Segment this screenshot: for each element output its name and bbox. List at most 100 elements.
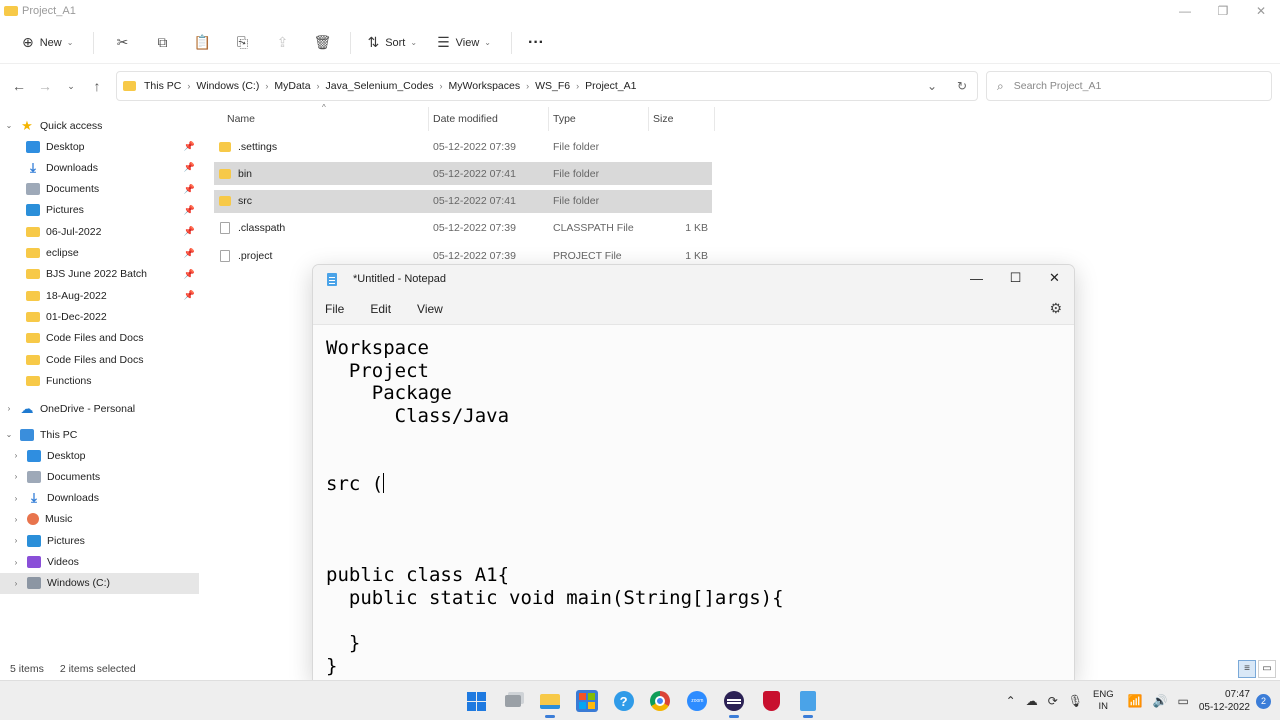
maximize-button[interactable]: ❐ [1204,0,1242,22]
nav-quick-item[interactable]: Code Files and Docs [0,349,199,370]
notepad-text-area[interactable]: Workspace Project Package Class/Java src … [326,337,784,677]
nav-quick-item[interactable]: 06-Jul-2022 📌 [0,221,199,242]
copy-button[interactable]: ⧉ [142,28,182,58]
cut-button[interactable]: ✂ [102,28,142,58]
chevron-right-icon[interactable]: › [11,536,21,545]
battery-icon[interactable]: ▭ [1178,694,1189,708]
more-options-button[interactable]: ··· [520,28,552,58]
column-header-date[interactable]: Date modified [433,107,549,131]
nav-quick-item[interactable]: 18-Aug-2022 📌 [0,285,199,306]
new-button[interactable]: ⊕ New ⌄ [14,28,81,58]
column-header-size[interactable]: Size [653,107,715,131]
chevron-right-icon[interactable]: › [11,515,21,524]
nav-quick-item[interactable]: Documents 📌 [0,179,199,200]
nav-pc-item[interactable]: › Music [0,509,199,530]
pin-icon: 📌 [183,141,195,151]
nav-pc-item[interactable]: › Pictures [0,530,199,551]
nav-quick-item[interactable]: BJS June 2022 Batch 📌 [0,264,199,285]
sort-button[interactable]: ⇅ Sort ⌄ [359,28,425,58]
breadcrumb-item[interactable]: MyWorkspaces [449,80,521,92]
clock[interactable]: 07:47 05-12-2022 [1199,688,1250,714]
start-button[interactable] [462,687,490,715]
nav-quick-item[interactable]: eclipse 📌 [0,243,199,264]
file-row[interactable]: .settings 05-12-2022 07:39 File folder [214,135,712,158]
nav-quick-item[interactable]: Code Files and Docs [0,328,199,349]
zoom-taskbar-button[interactable]: zoom [683,687,711,715]
menu-edit[interactable]: Edit [370,302,391,316]
close-button[interactable]: ✕ [1242,0,1280,22]
column-header-type[interactable]: Type [553,107,649,131]
nav-pc-item[interactable]: › ⤓ Downloads [0,488,199,509]
address-bar[interactable]: This PC › Windows (C:) › MyData › Java_Seleniu… [116,71,978,101]
delete-button[interactable]: 🗑 [302,28,342,58]
file-row[interactable]: .classpath 05-12-2022 07:39 CLASSPATH File… [214,217,712,240]
notepad-minimize-button[interactable]: — [957,265,996,291]
mcafee-taskbar-button[interactable] [757,687,785,715]
chevron-right-icon[interactable]: › [11,579,21,588]
column-header-name[interactable]: Name [227,107,429,131]
settings-gear-icon[interactable]: ⚙ [1049,300,1062,317]
notepad-close-button[interactable]: ✕ [1035,265,1074,291]
details-view-button[interactable]: ≡ [1238,660,1256,678]
nav-pc-item[interactable]: › Videos [0,552,199,573]
chevron-right-icon[interactable]: › [11,494,21,503]
back-button[interactable]: ← [6,73,32,99]
notification-badge[interactable]: 2 [1256,693,1271,709]
breadcrumb-item[interactable]: This PC [144,80,181,92]
text-line: Package [326,382,784,405]
nav-pc-item[interactable]: › Desktop [0,445,199,466]
microphone-icon[interactable]: 🎙 [1068,694,1083,708]
chrome-taskbar-button[interactable] [646,687,674,715]
wifi-icon[interactable]: 📶 [1128,694,1143,708]
show-hidden-icons-button[interactable]: ⌃ [1006,694,1016,708]
chevron-right-icon[interactable]: › [11,472,21,481]
chevron-down-icon[interactable]: ⌄ [4,430,14,439]
nav-onedrive[interactable]: › ☁ OneDrive - Personal [0,398,199,419]
recent-locations-button[interactable]: ⌄ [58,73,84,99]
share-button[interactable]: ⇪ [262,28,302,58]
language-indicator[interactable]: ENG IN [1093,689,1114,713]
breadcrumb-item[interactable]: MyData [274,80,310,92]
up-button[interactable]: ↑ [84,73,110,99]
nav-quick-item[interactable]: ⤓ Downloads 📌 [0,157,199,178]
sync-tray-icon[interactable]: ⟳ [1048,694,1058,708]
file-explorer-taskbar-button[interactable] [536,687,564,718]
breadcrumb-item[interactable]: Project_A1 [585,80,636,92]
chevron-down-icon[interactable]: ⌄ [4,121,14,130]
nav-quick-access[interactable]: ⌄ ★ Quick access [0,115,199,136]
nav-quick-item[interactable]: Pictures 📌 [0,200,199,221]
file-row[interactable]: bin 05-12-2022 07:41 File folder [214,162,712,186]
menu-file[interactable]: File [325,302,344,316]
notepad-maximize-button[interactable]: ☐ [996,265,1035,291]
nav-quick-item[interactable]: 01-Dec-2022 [0,306,199,327]
minimize-button[interactable]: — [1166,0,1204,22]
chevron-right-icon[interactable]: › [4,404,14,413]
volume-icon[interactable]: 🔊 [1153,694,1168,708]
rename-button[interactable]: ⎘ [222,28,262,58]
chevron-right-icon[interactable]: › [11,451,21,460]
nav-pc-item[interactable]: › Documents [0,466,199,487]
breadcrumb-item[interactable]: Windows (C:) [196,80,259,92]
refresh-button[interactable]: ↻ [947,79,977,93]
nav-quick-item[interactable]: Functions [0,370,199,391]
paste-button[interactable]: 📋 [182,28,222,58]
store-taskbar-button[interactable] [573,687,601,715]
notepad-taskbar-button[interactable] [794,687,822,718]
nav-quick-item[interactable]: Desktop 📌 [0,136,199,157]
breadcrumb-item[interactable]: Java_Selenium_Codes [326,80,434,92]
help-taskbar-button[interactable]: ? [610,687,638,715]
forward-button[interactable]: → [32,73,58,99]
eclipse-taskbar-button[interactable] [720,687,748,718]
menu-view[interactable]: View [417,302,443,316]
nav-this-pc[interactable]: ⌄ This PC [0,424,199,445]
nav-pc-item[interactable]: › Windows (C:) [0,572,199,594]
view-button[interactable]: ☰ View ⌄ [429,28,499,58]
chevron-right-icon[interactable]: › [11,558,21,567]
onedrive-tray-icon[interactable]: ☁ [1026,694,1038,708]
tiles-view-button[interactable]: ▭ [1258,660,1276,678]
breadcrumb-item[interactable]: WS_F6 [535,80,570,92]
task-view-button[interactable] [499,687,527,715]
file-row[interactable]: src 05-12-2022 07:41 File folder [214,189,712,213]
search-input[interactable]: ⌕ Search Project_A1 [986,71,1272,101]
address-history-button[interactable]: ⌄ [917,79,947,93]
